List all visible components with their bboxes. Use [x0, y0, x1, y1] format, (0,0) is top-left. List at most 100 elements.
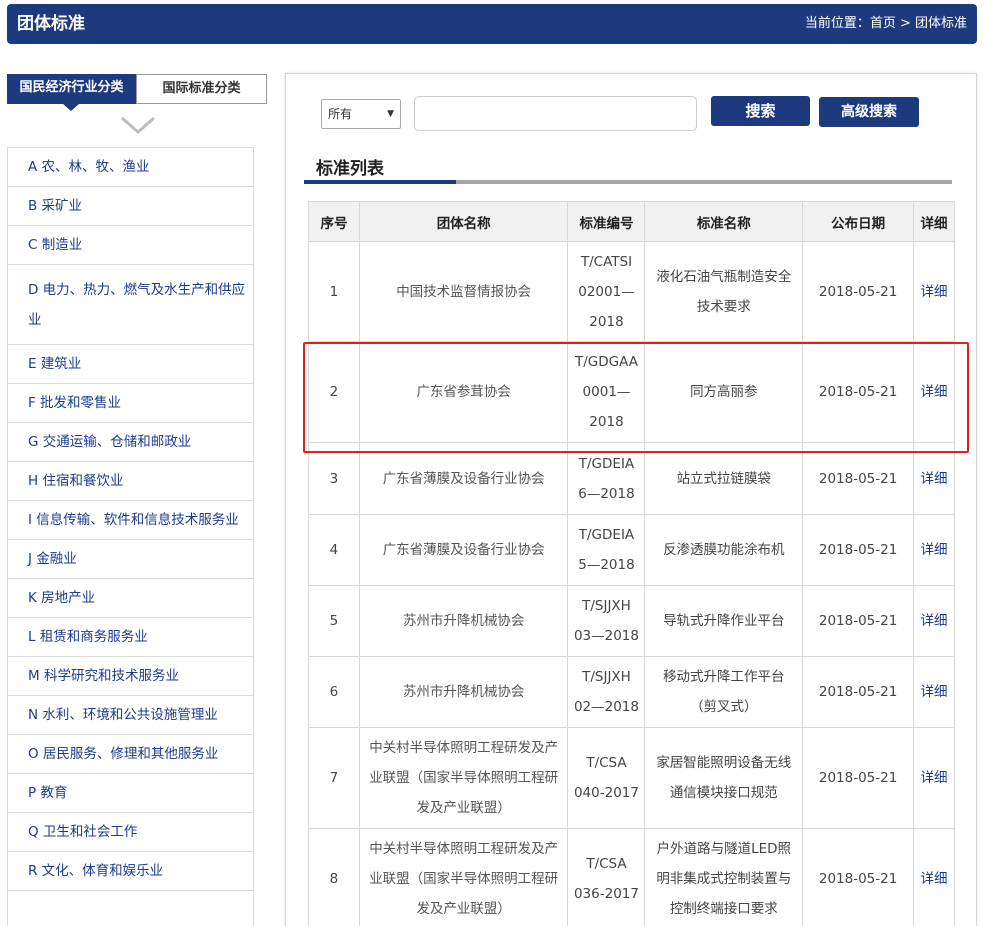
- detail-link[interactable]: 详细: [913, 828, 955, 926]
- main-panel: 所有 ▼ 搜索 高级搜索 标准列表 序号 团体名称 标准编号 标准名称 公布日期…: [285, 73, 977, 926]
- detail-link[interactable]: 详细: [913, 585, 955, 657]
- sidebar-item-r[interactable]: R 文化、体育和娱乐业: [8, 852, 253, 891]
- cell-org: 广东省参茸协会: [358, 341, 569, 443]
- cell-code: T/CSA 036-2017: [567, 828, 646, 926]
- sidebar-item-c[interactable]: C 制造业: [8, 226, 253, 265]
- detail-link[interactable]: 详细: [913, 727, 955, 829]
- cell-name-line: 通信模块接口规范: [669, 785, 778, 801]
- cell-code-line: T/CSA: [586, 755, 627, 771]
- detail-link[interactable]: 详细: [913, 241, 955, 342]
- cell-code-line: T/GDGAA: [574, 354, 638, 370]
- cell-org: 广东省薄膜及设备行业协会: [358, 514, 569, 586]
- detail-link[interactable]: 详细: [913, 514, 955, 586]
- detail-link[interactable]: 详细: [913, 442, 955, 515]
- sidebar-item-i[interactable]: I 信息传输、软件和信息技术服务业: [8, 501, 253, 540]
- cell-org: 苏州市升降机械协会: [358, 656, 569, 728]
- dropdown-arrow-icon: ▼: [387, 109, 394, 119]
- list-title: 标准列表: [316, 159, 384, 179]
- cell-no: 3: [308, 442, 360, 515]
- cell-code-line: T/GDEIA: [578, 455, 635, 472]
- cell-date-text: 2018-05-21: [818, 283, 898, 300]
- cell-name-line: 技术要求: [696, 298, 751, 315]
- sidebar-item-m[interactable]: M 科学研究和技术服务业: [8, 657, 253, 696]
- cell-code-line: 6—2018: [578, 485, 635, 502]
- table-row: 5 苏州市升降机械协会 T/SJJXH 03—2018 导轨式升降作业平台 2018-05…: [308, 585, 955, 657]
- sidebar-item-q[interactable]: Q 卫生和社会工作: [8, 813, 253, 852]
- cell-date-text: 2018-05-21: [818, 871, 898, 887]
- cell-org: 中国技术监督情报协会: [358, 241, 569, 342]
- cell-name-line: 移动式升降工作平台: [663, 669, 785, 685]
- cell-org-line: 发及产业联盟）: [416, 800, 511, 816]
- list-title-underline: [304, 180, 952, 184]
- sidebar-item-d[interactable]: D 电力、热力、燃气及水生产和供应业: [8, 265, 253, 345]
- list-title-underline-active: [304, 180, 456, 184]
- cell-name-line: 控制终端接口要求: [669, 901, 778, 917]
- page-title: 团体标准: [17, 14, 85, 34]
- sidebar-item-n[interactable]: N 水利、环境和公共设施管理业: [8, 696, 253, 735]
- sidebar-item-f[interactable]: F 批发和零售业: [8, 384, 253, 423]
- advanced-search-button[interactable]: 高级搜索: [819, 97, 919, 127]
- header-detail: 详细: [913, 201, 955, 242]
- cell-no: 7: [308, 727, 360, 829]
- cell-date: 2018-05-21: [802, 727, 915, 829]
- cell-code-line: 2018: [589, 313, 624, 330]
- cell-date: 2018-05-21: [802, 585, 915, 657]
- cell-code-line: T/SJJXH: [582, 598, 631, 614]
- sidebar-item-b[interactable]: B 采矿业: [8, 187, 253, 226]
- cell-name-line: 户外道路与隧道LED照: [656, 841, 792, 857]
- sidebar-item-l[interactable]: L 租赁和商务服务业: [8, 618, 253, 657]
- cell-no: 8: [308, 828, 360, 926]
- cell-name: 家居智能照明设备无线 通信模块接口规范: [644, 727, 804, 829]
- header-no: 序号: [308, 201, 360, 242]
- standards-table: 序号 团体名称 标准编号 标准名称 公布日期 详细 1 中国技术监督情报协会 T/C…: [308, 201, 955, 926]
- cell-code-line: 5—2018: [578, 557, 635, 573]
- cell-code-line: 03—2018: [573, 628, 639, 644]
- sidebar-item-o[interactable]: O 居民服务、修理和其他服务业: [8, 735, 253, 774]
- cell-org-line: 中国技术监督情报协会: [396, 283, 532, 300]
- sidebar-item-k[interactable]: K 房地产业: [8, 579, 253, 618]
- cell-no-text: 7: [329, 770, 339, 786]
- cell-date: 2018-05-21: [802, 341, 915, 443]
- tab-international-standard[interactable]: 国际标准分类: [136, 74, 267, 104]
- search-input[interactable]: [414, 96, 697, 131]
- cell-name-line: 反渗透膜功能涂布机: [663, 542, 785, 558]
- cell-date: 2018-05-21: [802, 241, 915, 342]
- cell-name-line: 液化石油气瓶制造安全: [656, 268, 792, 285]
- search-button[interactable]: 搜索: [711, 96, 810, 126]
- cell-no: 2: [308, 341, 360, 443]
- cell-no-text: 5: [329, 613, 339, 629]
- cell-org-line: 广东省参茸协会: [416, 384, 511, 400]
- cell-code: T/SJJXH 03—2018: [567, 585, 646, 657]
- cell-code-line: T/SJJXH: [582, 669, 631, 685]
- sidebar-item-h[interactable]: H 住宿和餐饮业: [8, 462, 253, 501]
- cell-code: T/SJJXH 02—2018: [567, 656, 646, 728]
- cell-date: 2018-05-21: [802, 442, 915, 515]
- cell-name: 户外道路与隧道LED照 明非集成式控制装置与 控制终端接口要求: [644, 828, 804, 926]
- sidebar-item-a[interactable]: A 农、林、牧、渔业: [8, 148, 253, 187]
- sidebar-item-g[interactable]: G 交通运输、仓储和邮政业: [8, 423, 253, 462]
- cell-org-line: 广东省薄膜及设备行业协会: [382, 542, 545, 558]
- detail-link[interactable]: 详细: [913, 341, 955, 443]
- cell-name: 反渗透膜功能涂布机: [644, 514, 804, 586]
- cell-code-line: 2018: [589, 414, 624, 430]
- cell-code-line: T/CSA: [586, 856, 627, 872]
- cell-date: 2018-05-21: [802, 514, 915, 586]
- cell-org: 苏州市升降机械协会: [358, 585, 569, 657]
- sidebar-item-e[interactable]: E 建筑业: [8, 345, 253, 384]
- header-date: 公布日期: [802, 201, 915, 242]
- tab-national-economy[interactable]: 国民经济行业分类: [7, 74, 136, 111]
- sidebar-item-j[interactable]: J 金融业: [8, 540, 253, 579]
- cell-code-line: 040-2017: [573, 785, 639, 801]
- cell-org-line: 中关村半导体照明工程研发及产: [369, 740, 559, 756]
- scope-select[interactable]: 所有 ▼: [321, 99, 401, 129]
- cell-date-text: 2018-05-21: [818, 684, 898, 700]
- cell-date-text: 2018-05-21: [818, 770, 898, 786]
- cell-code: T/CATSI 02001— 2018: [567, 241, 646, 342]
- detail-link[interactable]: 详细: [913, 656, 955, 728]
- sidebar-item-p[interactable]: P 教育: [8, 774, 253, 813]
- cell-org-line: 发及产业联盟）: [416, 901, 511, 917]
- cell-no: 4: [308, 514, 360, 586]
- cell-org: 中关村半导体照明工程研发及产 业联盟（国家半导体照明工程研 发及产业联盟）: [358, 828, 569, 926]
- cell-name: 站立式拉链膜袋: [644, 442, 804, 515]
- cell-date-text: 2018-05-21: [818, 613, 898, 629]
